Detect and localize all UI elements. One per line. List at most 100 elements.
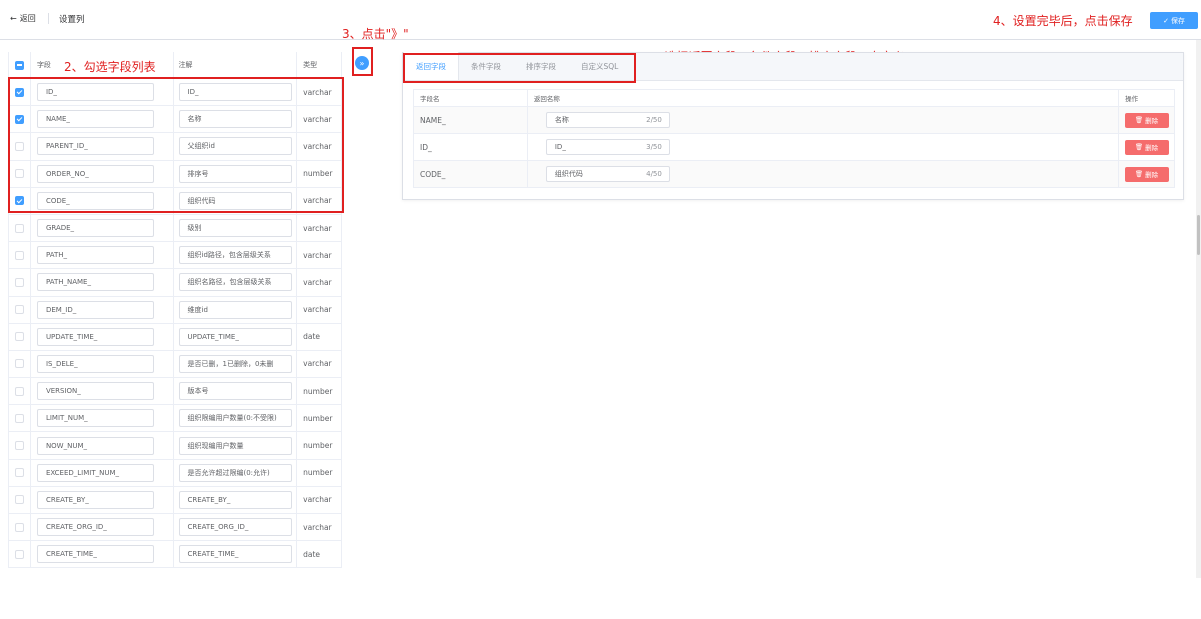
- delete-label: 删除: [1145, 117, 1159, 125]
- field-note-input[interactable]: 是否允许超过限编(0:允许): [178, 463, 292, 482]
- delete-button[interactable]: 🗑 删除: [1124, 166, 1169, 182]
- field-note-input[interactable]: CREATE_BY_: [178, 490, 292, 509]
- back-arrow-icon: ←: [10, 14, 17, 23]
- field-row: EXCEED_LIMIT_NUM_ 是否允许超过限编(0:允许) number: [9, 459, 342, 487]
- field-type: number: [297, 459, 342, 486]
- field-type: number: [297, 378, 342, 405]
- field-type: date: [297, 323, 342, 350]
- return-name-input[interactable]: ID_ 3/50: [545, 139, 670, 155]
- field-type: varchar: [297, 242, 342, 269]
- highlight-transfer-button: [352, 47, 373, 76]
- field-name-input[interactable]: CREATE_BY_: [36, 490, 154, 509]
- field-row: UPDATE_TIME_ UPDATE_TIME_ date: [9, 323, 342, 351]
- field-type: number: [297, 432, 342, 459]
- return-name-value: 名称: [554, 116, 569, 124]
- field-name-input[interactable]: LIMIT_NUM_: [36, 409, 154, 428]
- field-name-input[interactable]: DEM_ID_: [36, 300, 154, 319]
- field-note-input[interactable]: 组织名路径，包含层级关系: [178, 273, 292, 292]
- field-note-input[interactable]: UPDATE_TIME_: [178, 327, 292, 346]
- field-row: PATH_ 组织id路径，包含层级关系 varchar: [9, 242, 342, 270]
- field-checkbox[interactable]: [14, 305, 24, 315]
- return-name-input[interactable]: 名称 2/50: [545, 112, 670, 128]
- return-field-name: CODE_: [414, 161, 528, 187]
- header-type: 类型: [297, 52, 342, 78]
- field-name-input[interactable]: IS_DELE_: [36, 354, 154, 373]
- field-row: DEM_ID_ 维度id varchar: [9, 296, 342, 324]
- highlight-selected-fields: [8, 77, 344, 213]
- field-checkbox[interactable]: [14, 250, 24, 260]
- field-checkbox[interactable]: [14, 549, 24, 559]
- field-name-input[interactable]: CREATE_ORG_ID_: [36, 518, 154, 537]
- page-scrollbar[interactable]: [1196, 40, 1201, 578]
- char-count: 4/50: [646, 170, 662, 178]
- char-count: 3/50: [646, 143, 662, 151]
- char-count: 2/50: [646, 116, 662, 124]
- field-name-input[interactable]: VERSION_: [36, 382, 154, 401]
- field-note-input[interactable]: 组织现编用户数量: [178, 436, 292, 455]
- field-name-input[interactable]: UPDATE_TIME_: [36, 327, 154, 346]
- field-row: GRADE_ 级别 varchar: [9, 214, 342, 243]
- scrollbar-thumb[interactable]: [1197, 215, 1200, 255]
- header-return-name: 返回名称: [528, 90, 1120, 106]
- field-name-input[interactable]: CREATE_TIME_: [36, 545, 154, 564]
- save-label: 保存: [1170, 16, 1185, 25]
- field-type: date: [297, 541, 342, 568]
- header-note: 注解: [174, 52, 298, 78]
- field-note-input[interactable]: 组织id路径，包含层级关系: [178, 246, 292, 265]
- trash-icon: 🗑: [1134, 143, 1144, 151]
- field-name-input[interactable]: GRADE_: [36, 219, 154, 238]
- field-row: PATH_NAME_ 组织名路径，包含层级关系 varchar: [9, 269, 342, 297]
- field-checkbox[interactable]: [14, 359, 24, 369]
- field-name-input[interactable]: PATH_: [36, 246, 154, 265]
- field-name-input[interactable]: PATH_NAME_: [36, 273, 154, 292]
- field-table-header: 字段 注解 类型: [9, 52, 342, 79]
- return-field-row: CODE_ 组织代码 4/50 🗑 删除: [414, 161, 1175, 188]
- field-row: VERSION_ 版本号 number: [9, 378, 342, 406]
- highlight-tabs: [403, 53, 636, 83]
- header-field: 字段: [31, 52, 174, 78]
- header-field-name: 字段名: [414, 90, 528, 106]
- delete-label: 删除: [1145, 144, 1159, 152]
- field-type: varchar: [297, 269, 342, 296]
- field-checkbox[interactable]: [14, 495, 24, 505]
- return-table-header: 字段名 返回名称 操作: [414, 90, 1175, 107]
- return-name-value: 组织代码: [554, 170, 583, 178]
- check-icon: ✓: [1163, 16, 1169, 25]
- field-checkbox[interactable]: [14, 413, 24, 423]
- trash-icon: 🗑: [1134, 116, 1144, 124]
- field-checkbox[interactable]: [14, 522, 24, 532]
- field-note-input[interactable]: 版本号: [178, 382, 292, 401]
- field-checkbox[interactable]: [14, 332, 24, 342]
- field-note-input[interactable]: 组织限编用户数量(0:不受限): [178, 409, 292, 428]
- field-name-input[interactable]: NOW_NUM_: [36, 436, 154, 455]
- return-fields-table: 字段名 返回名称 操作 NAME_ 名称 2/50 🗑 删除 ID_ ID_ 3/50 🗑 删除 C…: [413, 89, 1175, 188]
- field-checkbox[interactable]: [14, 223, 24, 233]
- field-checkbox[interactable]: [14, 277, 24, 287]
- trash-icon: 🗑: [1134, 170, 1144, 178]
- field-checkbox[interactable]: [14, 386, 24, 396]
- back-button[interactable]: ← 返回: [10, 13, 36, 24]
- field-checkbox[interactable]: [14, 468, 24, 478]
- save-button[interactable]: ✓ 保存: [1150, 12, 1198, 29]
- field-type: varchar: [297, 214, 342, 242]
- annotation-step4: 4、设置完毕后，点击保存: [993, 14, 1133, 28]
- return-field-row: NAME_ 名称 2/50 🗑 删除: [414, 107, 1175, 134]
- field-type: varchar: [297, 296, 342, 323]
- delete-button[interactable]: 🗑 删除: [1124, 139, 1169, 155]
- field-row: CREATE_ORG_ID_ CREATE_ORG_ID_ varchar: [9, 514, 342, 542]
- field-checkbox[interactable]: [14, 441, 24, 451]
- header-operation: 操作: [1119, 90, 1175, 106]
- back-label: 返回: [19, 14, 36, 23]
- delete-button[interactable]: 🗑 删除: [1124, 112, 1169, 128]
- field-note-input[interactable]: 级别: [178, 219, 292, 238]
- field-name-input[interactable]: EXCEED_LIMIT_NUM_: [36, 463, 154, 482]
- field-note-input[interactable]: 维度id: [178, 300, 292, 319]
- field-note-input[interactable]: CREATE_ORG_ID_: [178, 518, 292, 537]
- return-field-row: ID_ ID_ 3/50 🗑 删除: [414, 134, 1175, 161]
- select-all-checkbox[interactable]: [14, 60, 24, 70]
- field-row: LIMIT_NUM_ 组织限编用户数量(0:不受限) number: [9, 405, 342, 433]
- header-divider: [48, 13, 49, 24]
- return-name-input[interactable]: 组织代码 4/50: [545, 166, 670, 182]
- field-note-input[interactable]: CREATE_TIME_: [178, 545, 292, 564]
- field-note-input[interactable]: 是否已删，1已删除，0未删: [178, 354, 292, 373]
